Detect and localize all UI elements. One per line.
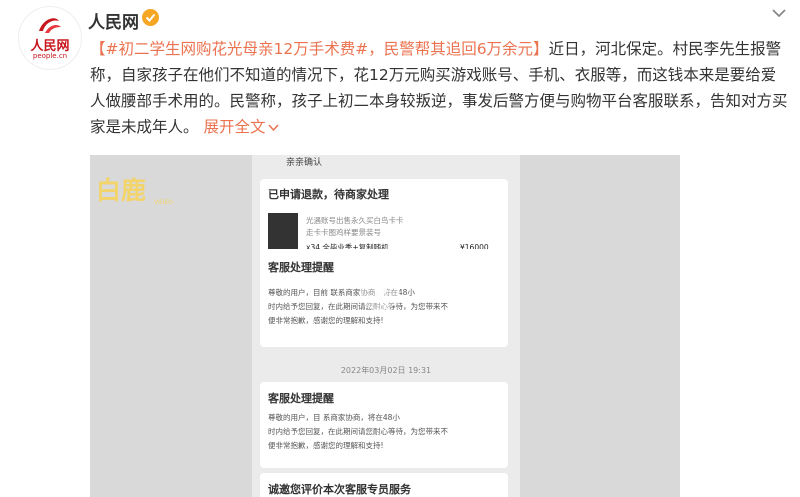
cs-notice-card-2: 客服处理提醒 尊敬的用户，目 系商家协商，将在48小 时内给予您回复，在此期间请… (260, 382, 508, 468)
post-hashtag-link[interactable]: 【#初二学生网购花光母亲12万手术费#，民警帮其追回6万余元】 (90, 40, 549, 58)
video-watermark: 白鹿 (96, 176, 147, 205)
product-line-1: 光遇账号出售永久买白鸟卡卡 (306, 216, 404, 225)
username[interactable]: 人民网 (88, 8, 139, 33)
cs-notice-line-2: 时内给予您回复，在此期间请您耐心等待，为您带来不 (268, 302, 448, 311)
cs-notice-line-1a: 尊敬的用户，目 (268, 413, 321, 422)
chevron-down-icon (268, 124, 280, 132)
cs-notice-line-2: 时内给予您回复，在此期间请您耐心等待，为您带来不 (268, 427, 448, 436)
cs-notice-line-1b: 系商家协商，将在48小 (322, 413, 400, 422)
expand-label: 展开全文 (203, 118, 266, 136)
cs-notice-line-1: 尊敬的用户，目 系商家协商，将在48小 (268, 412, 400, 424)
people-daily-logo-icon (39, 18, 61, 33)
verified-badge-icon (142, 9, 159, 26)
video-watermark-sub: VIDEO (154, 199, 174, 206)
cs-notice-title: 客服处理提醒 (268, 392, 334, 405)
cs-notice-card-1: 客服处理提醒 尊敬的用户，目前 联系商家协商，将在48小 时内给予您回复，在此期… (260, 249, 508, 347)
cs-notice-title: 客服处理提醒 (268, 261, 334, 274)
chevron-down-icon[interactable] (770, 6, 788, 20)
cs-notice-line-1a: 尊敬的用户，目前 (268, 288, 328, 297)
video-thumbnail[interactable]: 白鹿 VIDEO 亲亲确认 已申请退款，待商家处理 光遇账号出售永久买白鸟卡卡 … (90, 155, 680, 497)
chat-screenshot: 亲亲确认 已申请退款，待商家处理 光遇账号出售永久买白鸟卡卡 走卡卡图鸡样要景装… (252, 155, 520, 497)
avatar-logo-subtext: people.cn (32, 52, 68, 60)
refund-status: 已申请退款，待商家处理 (268, 188, 389, 201)
post-text: 【#初二学生网购花光母亲12万手术费#，民警帮其追回6万余元】近日，河北保定。村… (90, 36, 790, 140)
cs-notice-line-3: 便非常抱歉，感谢您的理解和支持! (268, 441, 384, 450)
play-button-icon[interactable] (360, 271, 400, 311)
expand-full-text-link[interactable]: 展开全文 (203, 118, 280, 136)
message-timestamp: 2022年03月02日 19:31 (340, 366, 432, 375)
rating-invite-text: 诚邀您评价本次客服专员服务 (268, 483, 411, 496)
chat-top-label: 亲亲确认 (286, 158, 323, 168)
product-line-2: 走卡卡图鸡样要景装号 (306, 228, 381, 237)
rating-invite-card: 诚邀您评价本次客服专员服务 (260, 473, 508, 497)
avatar[interactable]: 人民网 people.cn (18, 6, 82, 70)
cs-notice-line-3: 便非常抱歉，感谢您的理解和支持! (268, 316, 384, 325)
